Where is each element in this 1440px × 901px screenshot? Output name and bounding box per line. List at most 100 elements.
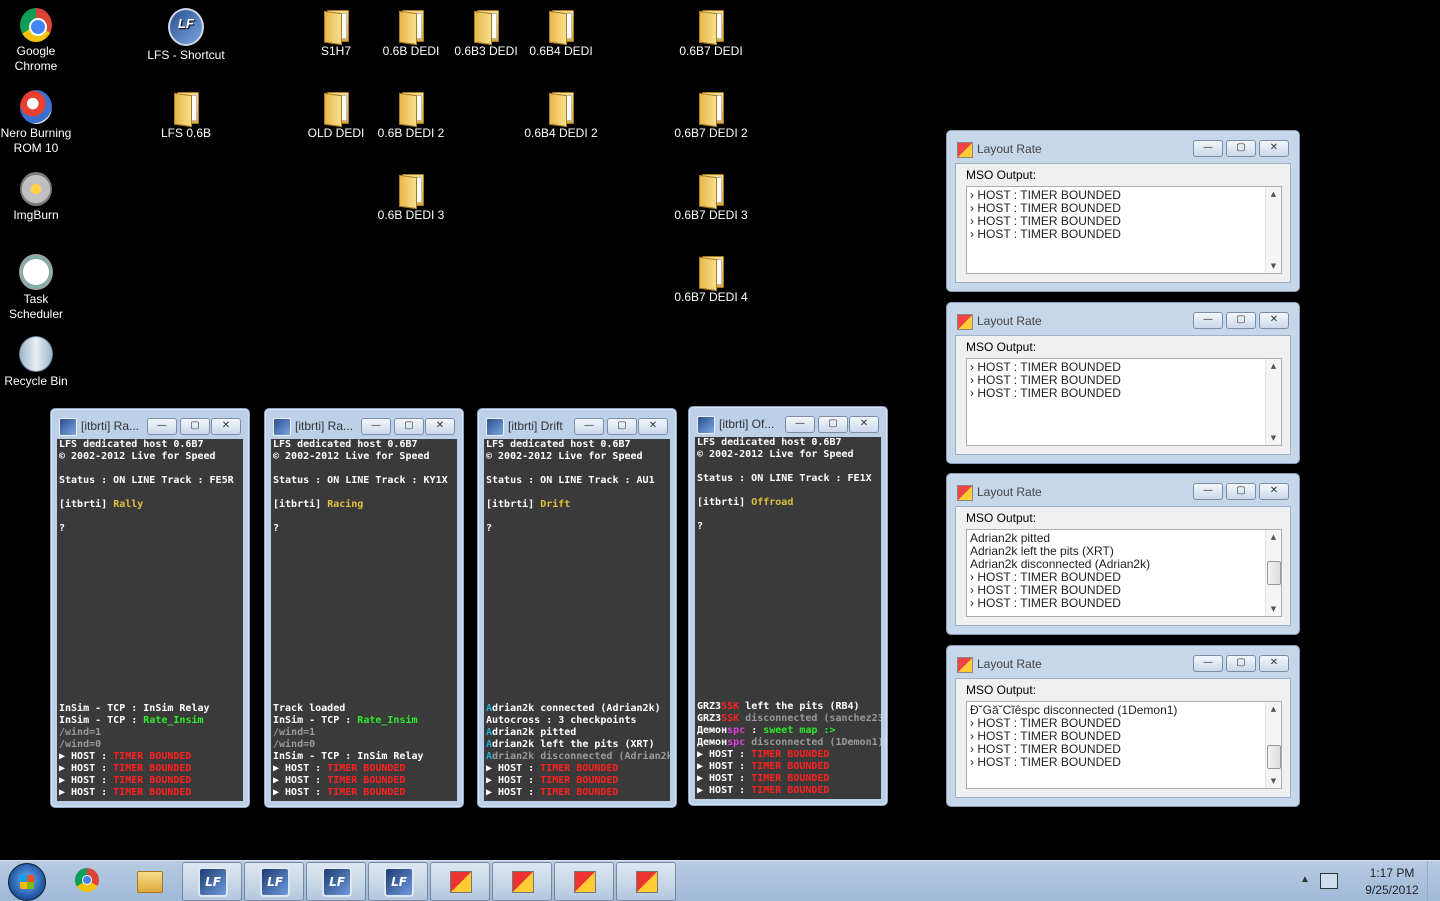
taskbar-button-layout-rate[interactable]: [554, 862, 614, 901]
desktop-icon-old-dedi[interactable]: OLD DEDI: [296, 90, 376, 141]
minimize-button[interactable]: —: [574, 418, 604, 435]
network-icon[interactable]: [1320, 873, 1338, 889]
minimize-button[interactable]: —: [361, 418, 391, 435]
taskbar-button-lfs[interactable]: LF: [182, 862, 242, 901]
desktop-icon-0-6b-dedi-3[interactable]: 0.6B DEDI 3: [371, 172, 451, 223]
titlebar[interactable]: Layout Rate — ▢ ✕: [955, 309, 1291, 333]
scroll-up-arrow-icon[interactable]: ▲: [1266, 530, 1281, 544]
lfs-host-window[interactable]: [itbrti] Ra... — ▢ ✕ LFS dedicated host 0.6B…: [50, 408, 250, 808]
scroll-up-arrow-icon[interactable]: ▲: [1266, 702, 1281, 716]
desktop-icon-task-scheduler[interactable]: Task Scheduler: [0, 254, 76, 322]
scroll-up-arrow-icon[interactable]: ▲: [1266, 187, 1281, 201]
desktop-icon-s1h7[interactable]: S1H7: [296, 8, 376, 59]
close-button[interactable]: ✕: [1259, 312, 1289, 329]
clock-time[interactable]: 1:17 PM: [1362, 866, 1422, 880]
close-button[interactable]: ✕: [1259, 140, 1289, 157]
taskbar-button-explorer[interactable]: [120, 862, 178, 899]
desktop-icon-0-6b-dedi-2[interactable]: 0.6B DEDI 2: [371, 90, 451, 141]
taskbar-button-chrome[interactable]: [58, 862, 116, 899]
maximize-button[interactable]: ▢: [607, 418, 637, 435]
list-item[interactable]: › HOST : TIMER BOUNDED: [967, 597, 1281, 610]
titlebar[interactable]: Layout Rate — ▢ ✕: [955, 652, 1291, 676]
lfs-host-window[interactable]: [itbrti] Of... — ▢ ✕ LFS dedicated host 0.6B…: [688, 406, 888, 806]
start-button[interactable]: [8, 863, 46, 901]
layout-rate-window[interactable]: Layout Rate — ▢ ✕ MSO Output: Đ˘Gă˘Cĩêspc dis…: [946, 645, 1300, 807]
titlebar[interactable]: [itbrti] Of... — ▢ ✕: [695, 413, 881, 435]
maximize-button[interactable]: ▢: [1226, 483, 1256, 500]
desktop-icon-imgburn[interactable]: ImgBurn: [0, 172, 76, 223]
maximize-button[interactable]: ▢: [1226, 140, 1256, 157]
close-button[interactable]: ✕: [849, 416, 879, 433]
close-button[interactable]: ✕: [425, 418, 455, 435]
close-button[interactable]: ✕: [1259, 483, 1289, 500]
desktop-icon-0-6b3-dedi[interactable]: 0.6B3 DEDI: [446, 8, 526, 59]
vertical-scrollbar[interactable]: ▲ ▼: [1265, 359, 1281, 445]
maximize-button[interactable]: ▢: [1226, 655, 1256, 672]
desktop-icon-0-6b7-dedi-2[interactable]: 0.6B7 DEDI 2: [671, 90, 751, 141]
status-line: Status : ON LINE Track : FE5R: [59, 475, 234, 487]
titlebar[interactable]: [itbrti] Ra... — ▢ ✕: [271, 415, 457, 437]
vertical-scrollbar[interactable]: ▲ ▼: [1265, 187, 1281, 273]
minimize-button[interactable]: —: [147, 418, 177, 435]
minimize-button[interactable]: —: [1193, 483, 1223, 500]
desktop-icon-0-6b4-dedi[interactable]: 0.6B4 DEDI: [521, 8, 601, 59]
desktop-icon-0-6b7-dedi-4[interactable]: 0.6B7 DEDI 4: [671, 254, 751, 305]
desktop-icon-0-6b7-dedi-3[interactable]: 0.6B7 DEDI 3: [671, 172, 751, 223]
maximize-button[interactable]: ▢: [180, 418, 210, 435]
mso-output-list[interactable]: › HOST : TIMER BOUNDED › HOST : TIMER BOU…: [966, 186, 1282, 274]
lfs-host-window[interactable]: [itbrti] Drift — ▢ ✕ LFS dedicated host 0.6B…: [477, 408, 677, 808]
desktop-icon-nero-burning-rom-10[interactable]: Nero Burning ROM 10: [0, 90, 76, 156]
taskbar-button-layout-rate[interactable]: [430, 862, 490, 901]
console-output: LFS dedicated host 0.6B7 © 2002-2012 Live…: [484, 439, 670, 801]
log-segment: Демон: [697, 737, 728, 748]
desktop-icon-0-6b7-dedi[interactable]: 0.6B7 DEDI: [671, 8, 751, 59]
vertical-scrollbar[interactable]: ▲ ▼: [1265, 702, 1281, 788]
tray-overflow-icon[interactable]: ▲: [1300, 874, 1310, 885]
layout-rate-window[interactable]: Layout Rate — ▢ ✕ MSO Output: Adrian2k pitted…: [946, 473, 1300, 635]
show-desktop-button[interactable]: [1427, 861, 1440, 901]
scroll-up-arrow-icon[interactable]: ▲: [1266, 359, 1281, 373]
desktop-icon-0-6b-dedi[interactable]: 0.6B DEDI: [371, 8, 451, 59]
maximize-button[interactable]: ▢: [394, 418, 424, 435]
scroll-down-arrow-icon[interactable]: ▼: [1266, 431, 1281, 445]
maximize-button[interactable]: ▢: [818, 416, 848, 433]
desktop-icon-google-chrome[interactable]: Google Chrome: [0, 8, 76, 74]
taskbar-button-layout-rate[interactable]: [616, 862, 676, 901]
titlebar[interactable]: Layout Rate — ▢ ✕: [955, 480, 1291, 504]
taskbar-button-lfs[interactable]: LF: [368, 862, 428, 901]
list-item[interactable]: › HOST : TIMER BOUNDED: [967, 228, 1281, 241]
scroll-down-arrow-icon[interactable]: ▼: [1266, 259, 1281, 273]
titlebar[interactable]: [itbrti] Drift — ▢ ✕: [484, 415, 670, 437]
titlebar[interactable]: Layout Rate — ▢ ✕: [955, 137, 1291, 161]
titlebar[interactable]: [itbrti] Ra... — ▢ ✕: [57, 415, 243, 437]
vertical-scrollbar[interactable]: ▲ ▼: [1265, 530, 1281, 616]
minimize-button[interactable]: —: [1193, 312, 1223, 329]
desktop-icon-lfs-shortcut[interactable]: LF LFS - Shortcut: [146, 8, 226, 63]
minimize-button[interactable]: —: [785, 416, 815, 433]
desktop-icon-recycle-bin[interactable]: Recycle Bin: [0, 336, 76, 389]
close-button[interactable]: ✕: [638, 418, 668, 435]
mso-output-list[interactable]: Đ˘Gă˘Cĩêspc disconnected (1Demon1) › HOST…: [966, 701, 1282, 789]
mso-output-list[interactable]: Adrian2k pitted Adrian2k left the pits (X…: [966, 529, 1282, 617]
scroll-down-arrow-icon[interactable]: ▼: [1266, 774, 1281, 788]
scroll-down-arrow-icon[interactable]: ▼: [1266, 602, 1281, 616]
desktop-icon-lfs-0-6b[interactable]: LFS 0.6B: [146, 90, 226, 141]
mso-output-list[interactable]: › HOST : TIMER BOUNDED › HOST : TIMER BOU…: [966, 358, 1282, 446]
desktop-icon-0-6b4-dedi-2[interactable]: 0.6B4 DEDI 2: [521, 90, 601, 141]
lfs-host-window[interactable]: [itbrti] Ra... — ▢ ✕ LFS dedicated host 0.6B…: [264, 408, 464, 808]
layout-rate-window[interactable]: Layout Rate — ▢ ✕ MSO Output: › HOST : TIMER …: [946, 130, 1300, 292]
minimize-button[interactable]: —: [1193, 140, 1223, 157]
taskbar-button-lfs[interactable]: LF: [306, 862, 366, 901]
minimize-button[interactable]: —: [1193, 655, 1223, 672]
taskbar-button-lfs[interactable]: LF: [244, 862, 304, 901]
maximize-button[interactable]: ▢: [1226, 312, 1256, 329]
taskbar-button-layout-rate[interactable]: [492, 862, 552, 901]
list-item[interactable]: › HOST : TIMER BOUNDED: [967, 756, 1281, 769]
close-button[interactable]: ✕: [1259, 655, 1289, 672]
list-item[interactable]: › HOST : TIMER BOUNDED: [967, 387, 1281, 400]
layout-rate-window[interactable]: Layout Rate — ▢ ✕ MSO Output: › HOST : TIMER …: [946, 302, 1300, 464]
scroll-thumb[interactable]: [1267, 561, 1281, 585]
clock-date[interactable]: 9/25/2012: [1352, 883, 1432, 897]
close-button[interactable]: ✕: [211, 418, 241, 435]
scroll-thumb[interactable]: [1267, 745, 1281, 769]
